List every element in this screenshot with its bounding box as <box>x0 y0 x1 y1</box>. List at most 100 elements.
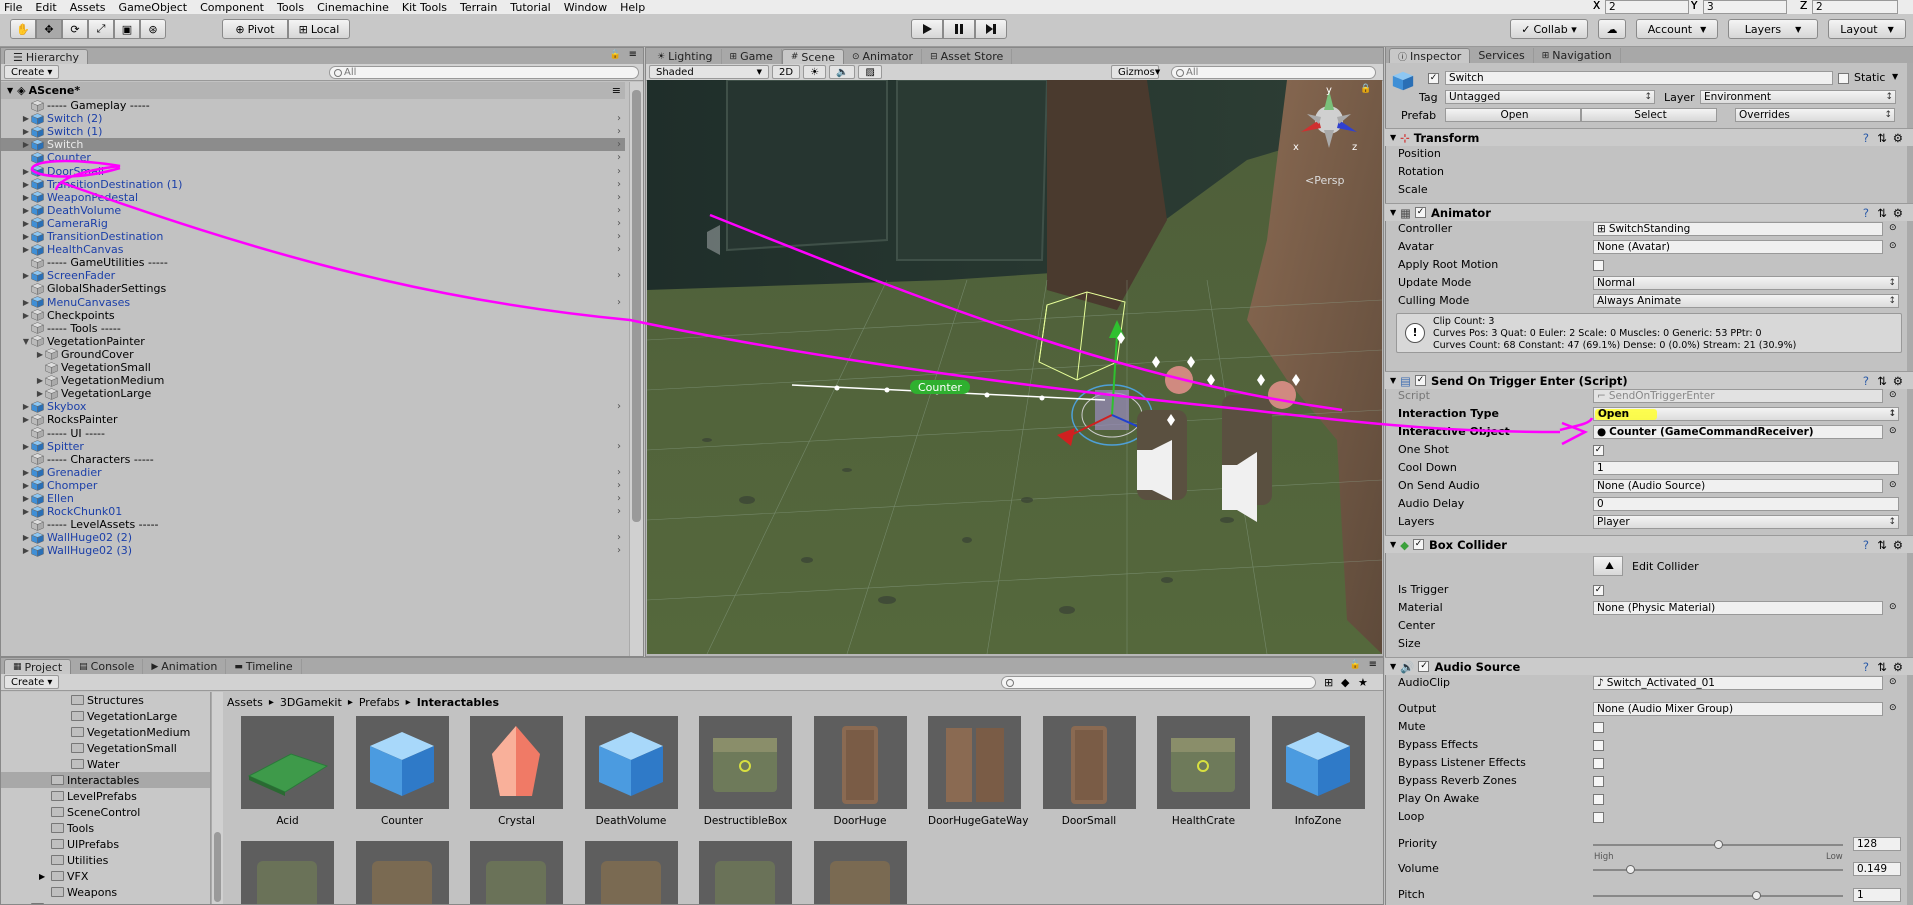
gear-icon[interactable]: ⚙ <box>1893 660 1903 674</box>
account-button[interactable]: Account ▼ <box>1636 19 1718 39</box>
prefab-open-arrow-icon[interactable]: › <box>617 139 621 150</box>
undefined-z-field[interactable]: 2 <box>1812 0 1898 14</box>
asset-item[interactable] <box>241 841 334 904</box>
collapse-arrow-icon[interactable]: ▼ <box>1390 540 1396 549</box>
prefab-open-arrow-icon[interactable]: › <box>617 270 621 281</box>
hierarchy-item[interactable]: ▶ WeaponPedestal › <box>1 191 625 204</box>
component-enabled-checkbox[interactable]: ✓ <box>1415 375 1427 386</box>
panel-menu-icon[interactable]: ≡ <box>629 49 637 60</box>
object-picker-icon[interactable]: ⊙ <box>1889 390 1897 400</box>
hierarchy-item[interactable]: ----- Characters ----- <box>1 453 625 466</box>
cool-down-field[interactable]: 1 <box>1593 461 1899 475</box>
menu-component[interactable]: Component <box>200 1 264 14</box>
folder-item[interactable]: Utilities <box>1 852 210 868</box>
hierarchy-item[interactable]: ▶ Ellen › <box>1 492 625 505</box>
folder-item[interactable]: VegetationSmall <box>1 740 210 756</box>
component-enabled-checkbox[interactable]: ✓ <box>1415 207 1427 218</box>
one-shot-checkbox[interactable]: ✓ <box>1593 445 1604 456</box>
audio-delay-field[interactable]: 0 <box>1593 497 1899 511</box>
menu-file[interactable]: File <box>4 1 22 14</box>
scene-viewport[interactable]: y x z 🔒 <Persp Counter <box>647 80 1382 654</box>
material-field[interactable]: None (Physic Material) <box>1593 601 1883 615</box>
menu-tools[interactable]: Tools <box>277 1 304 14</box>
hierarchy-item[interactable]: GlobalShaderSettings <box>1 282 625 295</box>
hierarchy-item[interactable]: ▶ DeathVolume › <box>1 204 625 217</box>
expand-arrow-icon[interactable]: ▶ <box>21 167 31 176</box>
preset-icon[interactable]: ⇅ <box>1877 538 1887 552</box>
component-enabled-checkbox[interactable]: ✓ <box>1418 661 1430 672</box>
expand-arrow-icon[interactable]: ▶ <box>35 376 45 385</box>
tab-animation[interactable]: ▶ Animation <box>143 659 227 674</box>
tab-services[interactable]: Services <box>1470 48 1534 63</box>
asset-item[interactable] <box>584 841 678 904</box>
breadcrumb-item[interactable]: Assets <box>227 696 263 709</box>
cloud-button[interactable]: ☁ <box>1598 19 1626 39</box>
expand-arrow-icon[interactable]: ▶ <box>35 389 45 398</box>
prefab-open-arrow-icon[interactable]: › <box>617 545 621 556</box>
expand-arrow-icon[interactable]: ▶ <box>21 468 31 477</box>
prefab-open-arrow-icon[interactable]: › <box>617 480 621 491</box>
create-button[interactable]: Create ▾ <box>4 65 60 79</box>
hierarchy-item[interactable]: ▶ Chomper › <box>1 479 625 492</box>
hierarchy-item[interactable]: ▶ WallHuge02 (2) › <box>1 531 625 544</box>
asset-item[interactable] <box>470 841 563 904</box>
lock-icon[interactable]: 🔒 <box>1360 84 1371 94</box>
send-on-trigger-enter-header[interactable]: ▼ ▤ ✓ Send On Trigger Enter (Script)? ⇅ ⚙ <box>1385 371 1913 389</box>
hierarchy-item[interactable]: ▼ VegetationPainter <box>1 335 625 348</box>
audio-source-header[interactable]: ▼ 🔊 ✓ Audio Source? ⇅ ⚙ <box>1385 657 1913 675</box>
hierarchy-item[interactable]: ▶ Switch (2) › <box>1 112 625 125</box>
asset-item-healthcrate[interactable]: HealthCrate <box>1157 716 1250 827</box>
expand-arrow-icon[interactable]: ▶ <box>21 494 31 503</box>
prefab-open-arrow-icon[interactable]: › <box>617 205 621 216</box>
hierarchy-item[interactable]: ▶ HealthCanvas › <box>1 243 625 256</box>
lock-icon[interactable]: 🔒 <box>1350 660 1361 670</box>
effects-toggle-button[interactable]: ▨ <box>858 65 882 79</box>
counter-gizmo-label[interactable]: Counter <box>910 380 970 394</box>
expand-arrow-icon[interactable]: ▶ <box>21 507 31 516</box>
toggle-2d-button[interactable]: 2D <box>772 65 801 79</box>
breadcrumb-item[interactable]: Prefabs <box>359 696 400 709</box>
folder-item[interactable]: Tools <box>1 820 210 836</box>
undefined-y-field[interactable]: 3 <box>1703 0 1787 14</box>
project-create-button[interactable]: Create ▾ <box>4 675 60 689</box>
hierarchy-scroll-thumb[interactable] <box>632 90 641 522</box>
prefab-overrides-dropdown[interactable]: Overrides <box>1735 108 1895 122</box>
object-picker-icon[interactable]: ⊙ <box>1889 677 1897 687</box>
expand-arrow-icon[interactable]: ▶ <box>21 311 31 320</box>
prefab-open-button[interactable]: Open <box>1445 108 1581 122</box>
scene-header-row[interactable]: ▼ ◈ AScene* ≡ <box>1 82 625 99</box>
tab-lighting[interactable]: ☀ Lighting <box>649 49 722 64</box>
prefab-open-arrow-icon[interactable]: › <box>617 152 621 163</box>
object-name-input[interactable]: Switch <box>1445 71 1833 85</box>
layers-dropdown[interactable]: Player <box>1593 515 1899 529</box>
asset-item-doorhugegateway[interactable]: DoorHugeGateWay <box>928 716 1028 827</box>
prefab-open-arrow-icon[interactable]: › <box>617 532 621 543</box>
update-mode-dropdown[interactable]: Normal <box>1593 276 1899 290</box>
collapse-arrow-icon[interactable]: ▼ <box>1390 208 1396 217</box>
expand-arrow-icon[interactable]: ▶ <box>21 481 31 490</box>
menu-gameobject[interactable]: GameObject <box>119 1 188 14</box>
tab-navigation[interactable]: ⊞ Navigation <box>1534 48 1621 63</box>
apply-root-motion-checkbox[interactable] <box>1593 260 1604 271</box>
hierarchy-item[interactable]: ▶ TransitionDestination › <box>1 230 625 243</box>
object-picker-icon[interactable]: ⊙ <box>1889 241 1897 251</box>
play-button[interactable] <box>911 19 943 39</box>
prefab-open-arrow-icon[interactable]: › <box>617 506 621 517</box>
hierarchy-search-input[interactable]: All <box>329 65 639 79</box>
tab-console[interactable]: ▤ Console <box>71 659 144 674</box>
folder-item[interactable]: Interactables <box>1 772 210 788</box>
folder-tree-scrollbar[interactable] <box>211 692 223 904</box>
folder-item[interactable]: Weapons <box>1 884 210 900</box>
folder-item[interactable]: LevelPrefabs <box>1 788 210 804</box>
tab-asset-store[interactable]: ⊟ Asset Store <box>922 49 1013 64</box>
folder-item[interactable]: Structures <box>1 692 210 708</box>
hierarchy-item[interactable]: ▶ VegetationLarge <box>1 387 625 400</box>
hierarchy-item[interactable]: Counter › <box>1 151 625 164</box>
gear-icon[interactable]: ⚙ <box>1893 131 1903 145</box>
tab-game[interactable]: ⊞ Game <box>722 49 782 64</box>
tag-dropdown[interactable]: Untagged <box>1445 90 1655 104</box>
help-icon[interactable]: ? <box>1863 374 1869 388</box>
tab-hierarchy[interactable]: ☰ Hierarchy <box>4 49 89 64</box>
scene-menu-icon[interactable]: ≡ <box>612 84 621 97</box>
panel-menu-icon[interactable]: ≡ <box>1369 659 1377 670</box>
